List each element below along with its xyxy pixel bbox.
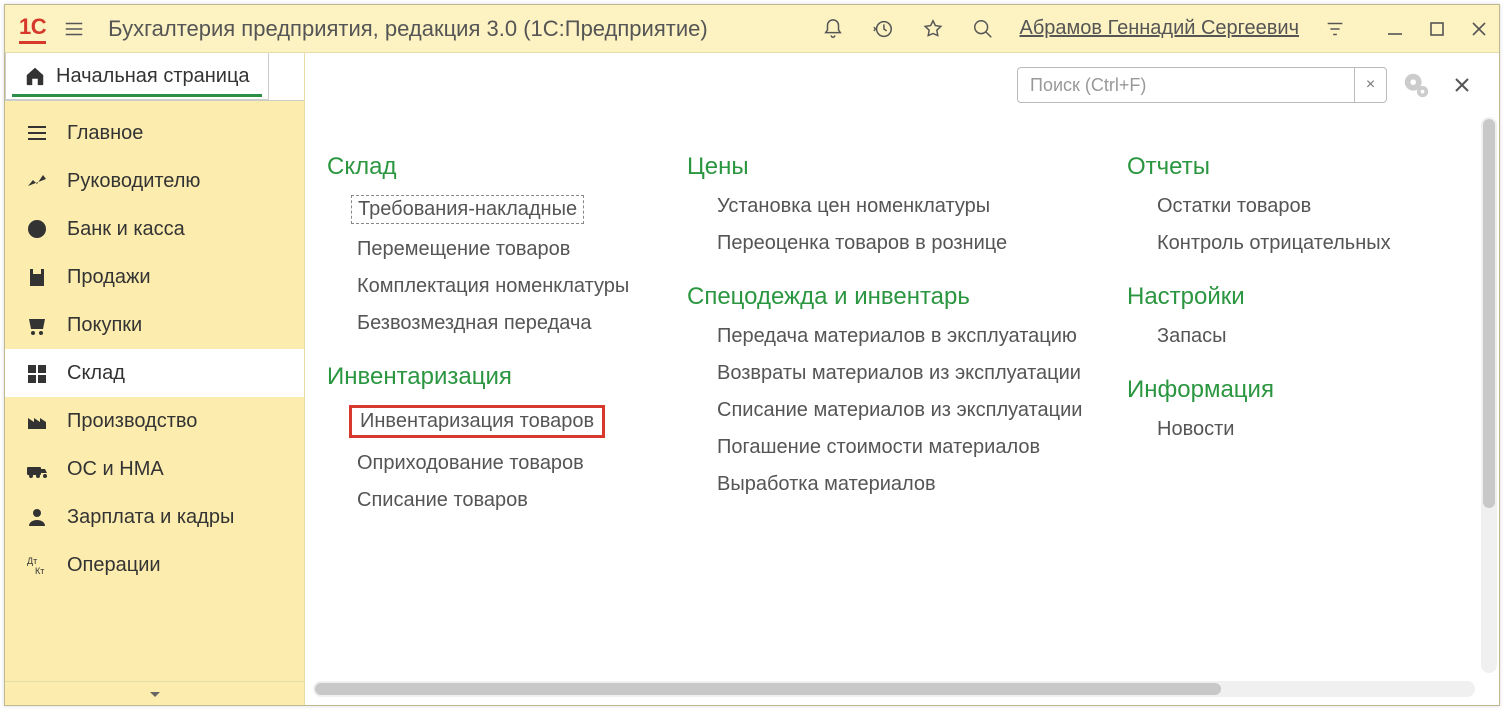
close-window-button[interactable] xyxy=(1469,19,1489,39)
sidebar-item-hr[interactable]: Зарплата и кадры xyxy=(5,493,304,541)
tab-strip: Начальная страница xyxy=(5,53,304,101)
sidebar: Начальная страница Главное Руководителю … xyxy=(5,53,305,705)
section: Инвентаризация Инвентаризация товаров Опри… xyxy=(327,363,667,512)
section: Настройки Запасы xyxy=(1127,283,1471,348)
menu-link[interactable]: Запасы xyxy=(1157,325,1227,348)
menu-link[interactable]: Требования-накладные xyxy=(351,195,584,224)
main-panel: × Склад Требования-накладные Перемещение т… xyxy=(305,53,1499,705)
menu-link[interactable]: Комплектация номенклатуры xyxy=(357,275,629,298)
menu-link[interactable]: Новости xyxy=(1157,418,1234,441)
history-icon[interactable] xyxy=(869,15,897,43)
menu-link[interactable]: Контроль отрицательных xyxy=(1157,232,1391,255)
sidebar-item-label: Руководителю xyxy=(67,170,284,193)
svg-text:₽: ₽ xyxy=(34,224,41,236)
sidebar-item-label: Склад xyxy=(67,362,284,385)
nav: Главное Руководителю ₽ Банк и касса Прод… xyxy=(5,101,304,705)
column-2: Отчеты Остатки товаров Контроль отрицатель… xyxy=(1127,153,1471,675)
sidebar-item-warehouse[interactable]: Склад xyxy=(5,349,304,397)
menu-link[interactable]: Перемещение товаров xyxy=(357,238,570,261)
content: Склад Требования-накладные Перемещение тов… xyxy=(309,113,1499,701)
close-panel-button[interactable] xyxy=(1445,68,1479,102)
section-links: Установка цен номенклатуры Переоценка тов… xyxy=(687,195,1107,255)
section-columns: Склад Требования-накладные Перемещение тов… xyxy=(327,153,1471,675)
menu-link[interactable]: Инвентаризация товаров xyxy=(349,405,605,438)
menu-link[interactable]: Безвозмездная передача xyxy=(357,312,592,335)
sidebar-item-production[interactable]: Производство xyxy=(5,397,304,445)
section: Склад Требования-накладные Перемещение тов… xyxy=(327,153,667,335)
sidebar-item-label: Продажи xyxy=(67,266,284,289)
search-clear-button[interactable]: × xyxy=(1354,68,1386,102)
section-links: Требования-накладные Перемещение товаров К… xyxy=(327,195,667,335)
main-menu-button[interactable] xyxy=(60,15,88,43)
sidebar-item-label: Зарплата и кадры xyxy=(67,506,284,529)
sidebar-item-operations[interactable]: ДтКт Операции xyxy=(5,541,304,589)
minimize-button[interactable] xyxy=(1385,19,1405,39)
menu-link[interactable]: Оприходование товаров xyxy=(357,452,584,475)
menu-link[interactable]: Возвраты материалов из эксплуатации xyxy=(717,362,1081,385)
app-title: Бухгалтерия предприятия, редакция 3.0 (1… xyxy=(108,16,708,42)
titlebar: 1С Бухгалтерия предприятия, редакция 3.0… xyxy=(5,5,1499,53)
column-1: Цены Установка цен номенклатуры Переоценка… xyxy=(687,153,1107,675)
sidebar-item-label: Покупки xyxy=(67,314,284,337)
gear-icon[interactable] xyxy=(1399,68,1433,102)
sidebar-item-label: Операции xyxy=(67,554,284,577)
tab-label: Начальная страница xyxy=(56,65,250,88)
section-links: Новости xyxy=(1127,418,1471,441)
section-title: Склад xyxy=(327,153,667,181)
bell-icon[interactable] xyxy=(819,15,847,43)
horizontal-scrollbar[interactable] xyxy=(313,681,1475,697)
sidebar-item-label: ОС и НМА xyxy=(67,458,284,481)
user-link[interactable]: Абрамов Геннадий Сергеевич xyxy=(1019,17,1299,40)
menu-link[interactable]: Остатки товаров xyxy=(1157,195,1311,218)
sidebar-item-bank[interactable]: ₽ Банк и касса xyxy=(5,205,304,253)
sidebar-item-main[interactable]: Главное xyxy=(5,109,304,157)
search-input[interactable] xyxy=(1018,68,1354,102)
sidebar-item-label: Главное xyxy=(67,122,284,145)
section: Отчеты Остатки товаров Контроль отрицатель… xyxy=(1127,153,1471,255)
section-title: Отчеты xyxy=(1127,153,1471,181)
menu-link[interactable]: Списание материалов из эксплуатации xyxy=(717,399,1082,422)
filter-icon[interactable] xyxy=(1321,15,1349,43)
sidebar-item-label: Банк и касса xyxy=(67,218,284,241)
section-title: Инвентаризация xyxy=(327,363,667,391)
svg-text:Кт: Кт xyxy=(35,566,44,576)
app-window: 1С Бухгалтерия предприятия, редакция 3.0… xyxy=(4,4,1500,706)
search-icon[interactable] xyxy=(969,15,997,43)
sidebar-item-label: Производство xyxy=(67,410,284,433)
vertical-scrollbar[interactable] xyxy=(1481,117,1497,673)
horizontal-scrollbar-thumb[interactable] xyxy=(315,683,1221,695)
sidebar-expand-handle[interactable] xyxy=(5,681,304,705)
column-0: Склад Требования-накладные Перемещение тов… xyxy=(327,153,667,675)
section-title: Спецодежда и инвентарь xyxy=(687,283,1107,311)
section-title: Цены xyxy=(687,153,1107,181)
content-toolbar: × xyxy=(309,57,1499,113)
sidebar-item-assets[interactable]: ОС и НМА xyxy=(5,445,304,493)
app-logo: 1С xyxy=(19,14,46,44)
section: Спецодежда и инвентарь Передача материало… xyxy=(687,283,1107,496)
section-links: Остатки товаров Контроль отрицательных xyxy=(1127,195,1471,255)
menu-link[interactable]: Передача материалов в эксплуатацию xyxy=(717,325,1077,348)
vertical-scrollbar-thumb[interactable] xyxy=(1483,119,1495,508)
search-box: × xyxy=(1017,67,1387,103)
section: Цены Установка цен номенклатуры Переоценка… xyxy=(687,153,1107,255)
maximize-button[interactable] xyxy=(1427,19,1447,39)
menu-link[interactable]: Установка цен номенклатуры xyxy=(717,195,990,218)
star-icon[interactable] xyxy=(919,15,947,43)
section-title: Настройки xyxy=(1127,283,1471,311)
menu-link[interactable]: Списание товаров xyxy=(357,489,528,512)
body: Начальная страница Главное Руководителю … xyxy=(5,53,1499,705)
section-title: Информация xyxy=(1127,376,1471,404)
section-links: Передача материалов в эксплуатацию Возвра… xyxy=(687,325,1107,496)
menu-link[interactable]: Переоценка товаров в рознице xyxy=(717,232,1007,255)
section: Информация Новости xyxy=(1127,376,1471,441)
svg-text:Дт: Дт xyxy=(27,556,37,566)
tab-home[interactable]: Начальная страница xyxy=(5,53,269,100)
section-links: Инвентаризация товаров Оприходование това… xyxy=(327,405,667,512)
sidebar-item-purchases[interactable]: Покупки xyxy=(5,301,304,349)
sidebar-item-sales[interactable]: Продажи xyxy=(5,253,304,301)
menu-link[interactable]: Погашение стоимости материалов xyxy=(717,436,1040,459)
sidebar-item-manager[interactable]: Руководителю xyxy=(5,157,304,205)
menu-link[interactable]: Выработка материалов xyxy=(717,473,936,496)
section-links: Запасы xyxy=(1127,325,1471,348)
